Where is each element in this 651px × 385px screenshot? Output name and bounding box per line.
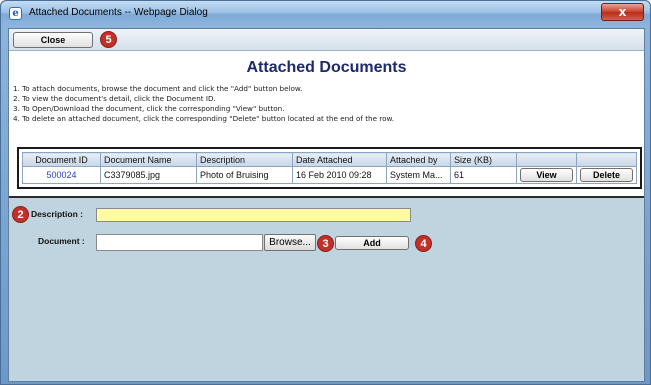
attach-form-panel: 2 Description : Document : Browse... 3 A… (9, 196, 644, 381)
documents-table: Document ID Document Name Description Da… (22, 152, 637, 184)
dialog-window: e Attached Documents -- Webpage Dialog x… (0, 0, 651, 385)
toolbar: Close 5 (9, 29, 644, 51)
document-name-cell: C3379085.jpg (100, 166, 197, 184)
instruction-item: 1. To attach documents, browse the docum… (13, 84, 303, 93)
instruction-item: 2. To view the document's detail, click … (13, 94, 216, 103)
add-button[interactable]: Add (335, 236, 409, 250)
column-header-delete (576, 152, 637, 167)
column-header-document-id: Document ID (22, 152, 101, 167)
attached-by-cell: System Ma... (386, 166, 451, 184)
table-row: 500024 C3379085.jpg Photo of Bruising 16… (22, 166, 637, 184)
description-label: Description : (31, 209, 83, 219)
description-input[interactable] (96, 208, 411, 222)
window-close-icon[interactable]: x (601, 3, 644, 21)
annotation-badge-2: 2 (12, 206, 29, 223)
column-header-date-attached: Date Attached (292, 152, 387, 167)
instructions-list: 1. To attach documents, browse the docum… (13, 84, 633, 124)
document-label: Document : (38, 236, 85, 246)
annotation-badge-5: 5 (100, 31, 117, 48)
dialog-content: Close 5 Attached Documents 1. To attach … (8, 28, 645, 382)
annotation-badge-3: 3 (317, 235, 334, 252)
view-button[interactable]: View (520, 168, 573, 182)
close-button[interactable]: Close (13, 32, 93, 48)
instruction-item: 3. To Open/Download the document, click … (13, 104, 285, 113)
document-file-input[interactable] (96, 234, 263, 251)
description-cell: Photo of Bruising (196, 166, 293, 184)
column-header-attached-by: Attached by (386, 152, 451, 167)
annotation-badge-4: 4 (415, 235, 432, 252)
size-cell: 61 (450, 166, 517, 184)
delete-button[interactable]: Delete (580, 168, 633, 182)
column-header-document-name: Document Name (100, 152, 197, 167)
browse-button[interactable]: Browse... (264, 234, 316, 251)
column-header-view (516, 152, 577, 167)
delete-cell: Delete (576, 166, 637, 184)
document-id-link[interactable]: 500024 (22, 166, 101, 184)
page-title: Attached Documents (246, 59, 407, 76)
column-header-size: Size (KB) (450, 152, 517, 167)
documents-table-container: Document ID Document Name Description Da… (17, 147, 642, 189)
column-header-description: Description (196, 152, 293, 167)
title-bar[interactable]: e Attached Documents -- Webpage Dialog x (1, 1, 650, 26)
window-title: Attached Documents -- Webpage Dialog (29, 7, 208, 18)
ie-app-icon: e (9, 7, 22, 20)
date-attached-cell: 16 Feb 2010 09:28 (292, 166, 387, 184)
view-cell: View (516, 166, 577, 184)
instruction-item: 4. To delete an attached document, click… (13, 114, 395, 123)
table-header-row: Document ID Document Name Description Da… (22, 152, 637, 167)
